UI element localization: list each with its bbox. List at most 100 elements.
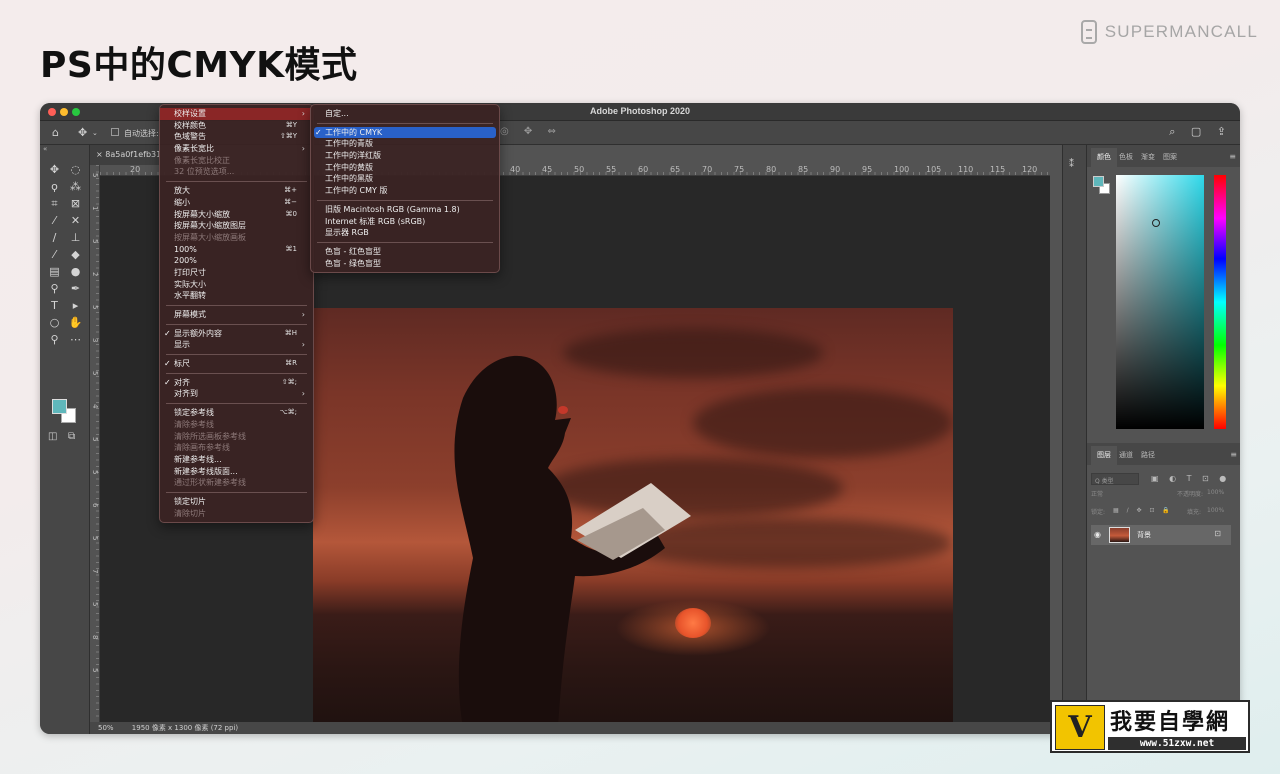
properties-icon[interactable]: ⁑ [1069,159,1074,170]
tab-gradients[interactable]: 渐变 [1139,152,1161,167]
menu-item[interactable]: 显示器 RGB [311,227,499,239]
fill-field[interactable]: 100% [1207,507,1224,514]
panel-menu-icon[interactable]: ≡ [1229,152,1236,161]
tab-layers[interactable]: 图层 [1091,446,1117,465]
menu-item[interactable]: 工作中的洋红版 [311,150,499,162]
menu-item[interactable]: 放大 ⌘+ [160,185,313,197]
brush-tool-icon[interactable]: ∕ [44,231,65,244]
layer-filter-icons[interactable]: ▣ ◐ T ⊡ ● [1151,474,1230,483]
stamp-tool-icon[interactable]: ⊥ [65,231,86,244]
chevron-down-icon[interactable]: ⌄ [92,129,98,137]
magic-wand-tool-icon[interactable]: ⁂ [65,180,86,193]
menu-item[interactable]: 色域警告 ⇧⌘Y [160,131,313,143]
menu-item[interactable]: 打印尺寸 [160,267,313,279]
auto-select-checkbox[interactable] [111,128,119,136]
hand-tool-icon[interactable]: ✋ [65,316,86,329]
ruler-tick-label: 4 [91,404,99,409]
collapse-icon[interactable]: « [43,145,47,153]
color-picker-ring[interactable] [1152,219,1160,227]
more-tools-icon[interactable]: ⋯ [65,333,86,346]
menu-item[interactable]: 工作中的黄版 [311,162,499,174]
3d-mode-icons[interactable]: ◎ ✥ ⇔ [500,126,562,137]
document-tab[interactable]: × 8a5a0f1efb314 [90,145,160,165]
tab-paths[interactable]: 路径 [1139,450,1161,465]
submenu-arrow-icon: › [301,389,305,399]
panel-menu-icon[interactable]: ≡ [1230,450,1237,459]
menu-item[interactable]: 水平翻转 [160,290,313,302]
menu-item[interactable]: ✓ 对齐 ⇧⌘; [160,377,313,389]
tab-patterns[interactable]: 图案 [1161,152,1183,167]
menu-item[interactable]: 按屏幕大小缩放 ⌘0 [160,209,313,221]
lasso-tool-icon[interactable]: ϙ [44,180,65,193]
menu-item[interactable]: 实际大小 [160,279,313,291]
zoom-tool-icon[interactable]: ⚲ [44,333,65,346]
menu-item[interactable]: 对齐到 › [160,388,313,400]
shape-tool-icon[interactable]: ○ [44,316,65,329]
move-tool-icon[interactable]: ✥ [44,163,65,176]
lock-icon[interactable]: ⊡ [1214,529,1221,538]
foreground-color-swatch[interactable] [52,399,67,414]
menu-item[interactable]: 显示 › [160,339,313,351]
layer-row[interactable]: ◉ 背景 ⊡ [1091,525,1231,545]
frame-tool-icon[interactable]: ⊠ [65,197,86,210]
crop-tool-icon[interactable]: ⌗ [44,197,65,210]
menu-item[interactable]: ✓ 显示额外内容 ⌘H [160,328,313,340]
home-icon[interactable]: ⌂ [52,126,59,139]
menu-item[interactable]: 校样设置 › [160,108,313,120]
quick-mask-icon[interactable]: ◫ [48,431,57,442]
menu-item[interactable]: 新建参考线版面... [160,466,313,478]
eraser-tool-icon[interactable]: ◆ [65,248,86,261]
eyedropper-tool-icon[interactable]: ⁄ [44,214,65,227]
menu-item[interactable]: 锁定参考线 ⌥⌘; [160,407,313,419]
menu-item[interactable]: 工作中的黑版 [311,173,499,185]
menu-item[interactable]: 校样颜色 ⌘Y [160,120,313,132]
screen-mode-icon[interactable]: ⧉ [68,431,75,442]
move-tool-icon[interactable]: ✥ [78,126,87,139]
blend-mode-select[interactable]: 正常 [1091,491,1103,498]
menu-item-label: 100% [174,244,197,254]
type-tool-icon[interactable]: T [44,299,65,312]
menu-item[interactable]: 旧版 Macintosh RGB (Gamma 1.8) [311,204,499,216]
tab-color[interactable]: 颜色 [1091,148,1117,167]
foreground-color-swatch[interactable] [1093,176,1104,187]
sunset-photo [313,308,953,734]
menu-item[interactable]: 新建参考线... [160,454,313,466]
menu-item[interactable]: 100% ⌘1 [160,244,313,256]
menu-item[interactable]: 按屏幕大小缩放图层 [160,220,313,232]
document-info[interactable]: 1950 像素 x 1300 像素 (72 ppi) [132,724,238,732]
menu-item[interactable]: Internet 标准 RGB (sRGB) [311,216,499,228]
color-field[interactable] [1116,175,1204,429]
opacity-field[interactable]: 100% [1207,489,1224,496]
blur-tool-icon[interactable]: ● [65,265,86,278]
menu-item[interactable]: 工作中的青版 [311,138,499,150]
visibility-eye-icon[interactable]: ◉ [1094,530,1101,539]
path-select-tool-icon[interactable]: ▸ [65,299,86,312]
menu-item[interactable]: 像素长宽比 › [160,143,313,155]
menu-item[interactable]: 色盲 - 红色盲型 [311,246,499,258]
history-brush-tool-icon[interactable]: ⁄ [44,248,65,261]
marquee-tool-icon[interactable]: ◌ [65,163,86,176]
gradient-tool-icon[interactable]: ▤ [44,265,65,278]
menu-item[interactable]: 锁定切片 [160,496,313,508]
tab-swatches[interactable]: 色板 [1117,152,1139,167]
hue-slider[interactable] [1214,175,1226,429]
menu-item-label: 新建参考线... [174,454,222,464]
brand-logo: SUPERMANCALL [1080,20,1258,44]
menu-item[interactable]: 色盲 - 绿色盲型 [311,258,499,270]
menu-item[interactable]: ✓ 标尺 ⌘R [160,358,313,370]
lock-icons[interactable]: ▦ ∕ ✥ ⊡ 🔒 [1113,507,1173,514]
healing-tool-icon[interactable]: ✕ [65,214,86,227]
menu-item[interactable]: 200% [160,255,313,267]
close-tab-icon[interactable]: × [96,150,105,159]
pen-tool-icon[interactable]: ✒ [65,282,86,295]
workspace-icons[interactable]: ⌕ ▢ ⇪ [1169,125,1232,139]
tab-channels[interactable]: 通道 [1117,450,1139,465]
dodge-tool-icon[interactable]: ⚲ [44,282,65,295]
menu-item[interactable]: 工作中的 CMY 版 [311,185,499,197]
layer-filter-select[interactable]: Q 类型 [1091,473,1139,485]
menu-item[interactable]: 屏幕模式 › [160,309,313,321]
zoom-level[interactable]: 50% [98,724,114,732]
menu-item[interactable]: 自定... [311,108,499,120]
menu-item[interactable]: ✓ 工作中的 CMYK [314,126,496,139]
menu-item[interactable]: 缩小 ⌘− [160,197,313,209]
